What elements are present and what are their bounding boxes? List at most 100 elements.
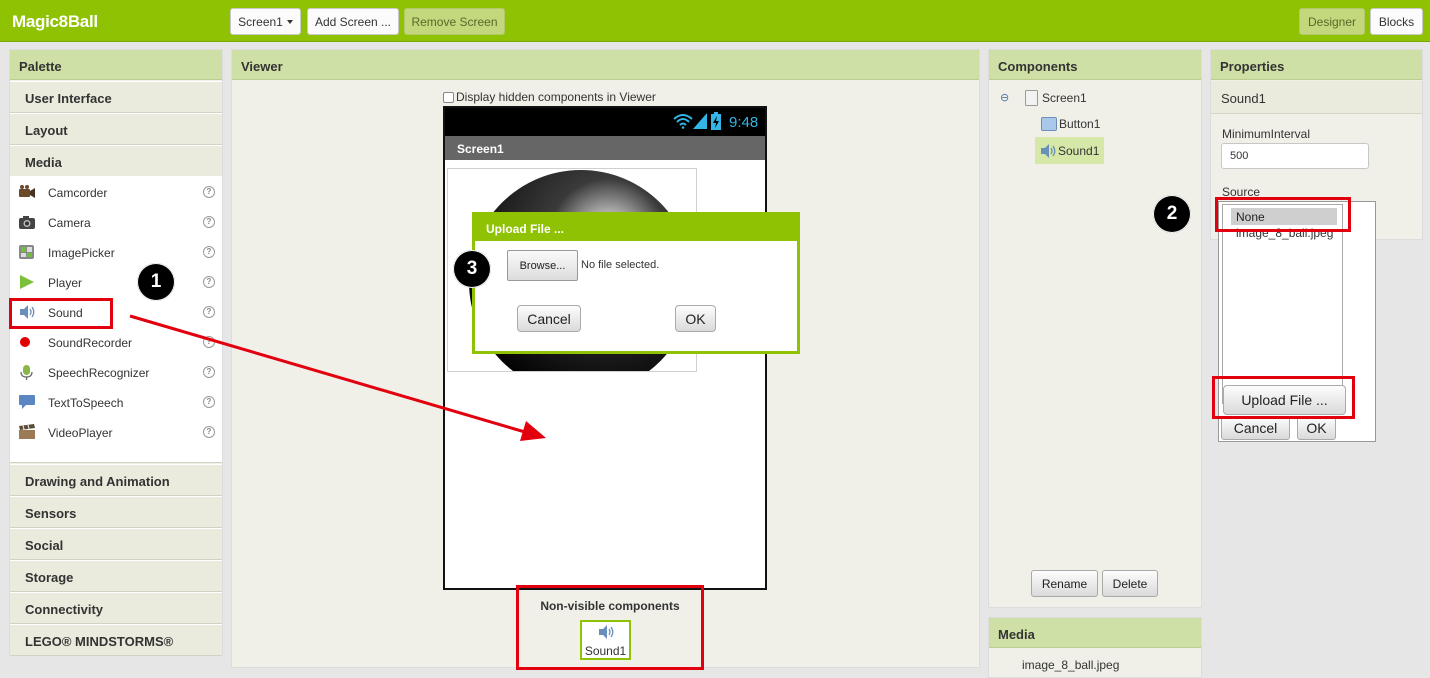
category-user-interface[interactable]: User Interface: [10, 81, 222, 113]
no-file-label: No file selected.: [581, 259, 660, 271]
help-icon[interactable]: ?: [203, 336, 215, 348]
upload-file-dialog: Upload File ... Browse... No file select…: [472, 212, 800, 354]
palette-panel: Palette User Interface Layout Media Camc…: [9, 49, 223, 656]
dialog-header: Upload File ...: [475, 215, 797, 241]
top-bar: Magic8Ball Screen1 Add Screen ... Remove…: [0, 0, 1430, 42]
help-icon[interactable]: ?: [203, 186, 215, 198]
screen-dropdown-label: Screen1: [238, 14, 283, 29]
palette-item-videoplayer[interactable]: VideoPlayer ?: [10, 418, 222, 448]
button-icon: [1041, 117, 1057, 131]
palette-item-camcorder[interactable]: Camcorder ?: [10, 178, 222, 208]
rename-button[interactable]: Rename: [1031, 570, 1098, 597]
text-to-speech-icon: [19, 395, 35, 409]
palette-item-label: Camera: [48, 216, 91, 230]
min-interval-input[interactable]: [1221, 143, 1369, 169]
palette-item-label: Camcorder: [48, 186, 108, 200]
dialog-title: Upload File ...: [486, 222, 565, 236]
category-social[interactable]: Social: [10, 528, 222, 560]
tree-node-button1[interactable]: Button1: [1041, 113, 1100, 135]
remove-screen-button[interactable]: Remove Screen: [404, 8, 505, 35]
speech-recognizer-icon: [20, 365, 33, 380]
source-ok-button[interactable]: OK: [1297, 416, 1336, 440]
properties-title: Properties: [1211, 50, 1422, 80]
palette-item-imagepicker[interactable]: ImagePicker ?: [10, 238, 222, 268]
palette-item-label: SoundRecorder: [48, 336, 133, 350]
dialog-ok-button[interactable]: OK: [675, 305, 716, 332]
palette-item-speechrecognizer[interactable]: SpeechRecognizer ?: [10, 358, 222, 388]
tree-node-label: Button1: [1059, 117, 1101, 131]
palette-item-label: TextToSpeech: [48, 396, 124, 410]
media-file-item[interactable]: image_8_ball.jpeg: [1022, 658, 1119, 672]
properties-component-header: Sound1: [1211, 81, 1422, 114]
chevron-down-icon: [286, 19, 293, 24]
battery-icon: [711, 112, 721, 130]
add-screen-button[interactable]: Add Screen ...: [307, 8, 399, 35]
min-interval-label: MinimumInterval: [1222, 127, 1311, 141]
category-media[interactable]: Media: [10, 145, 222, 177]
phone-screen-title: Screen1: [457, 142, 504, 156]
help-icon[interactable]: ?: [203, 276, 215, 288]
blocks-button[interactable]: Blocks: [1370, 8, 1423, 35]
category-storage[interactable]: Storage: [10, 560, 222, 592]
phone-clock: 9:48: [729, 114, 759, 131]
screen-icon: [1025, 90, 1038, 106]
palette-item-label: Player: [48, 276, 83, 290]
display-hidden-label: Display hidden components in Viewer: [456, 90, 656, 104]
display-hidden-row: Display hidden components in Viewer: [443, 90, 656, 104]
screen-dropdown[interactable]: Screen1: [230, 8, 301, 35]
category-layout[interactable]: Layout: [10, 113, 222, 145]
camcorder-icon: [19, 185, 35, 198]
help-icon[interactable]: ?: [203, 366, 215, 378]
category-connectivity[interactable]: Connectivity: [10, 592, 222, 624]
tree-node-sound1[interactable]: Sound1: [1035, 137, 1104, 164]
palette-item-label: VideoPlayer: [48, 426, 113, 440]
media-panel: Media image_8_ball.jpeg: [988, 617, 1202, 678]
video-player-icon: [19, 424, 35, 439]
palette-item-player[interactable]: Player ?: [10, 268, 222, 298]
tree-node-label: Sound1: [1058, 143, 1100, 158]
properties-component-name: Sound1: [1221, 91, 1266, 106]
tree-node-screen1[interactable]: Screen1: [1025, 87, 1087, 109]
browse-button[interactable]: Browse...: [507, 250, 578, 281]
player-icon: [20, 275, 34, 289]
help-icon[interactable]: ?: [203, 216, 215, 228]
components-title: Components: [989, 50, 1201, 80]
viewer-title: Viewer: [232, 50, 979, 80]
collapse-icon[interactable]: ⊖: [1000, 91, 1009, 104]
annotation-box-sound: [9, 298, 113, 329]
palette-title: Palette: [10, 50, 222, 80]
palette-item-camera[interactable]: Camera ?: [10, 208, 222, 238]
palette-item-texttospeech[interactable]: TextToSpeech ?: [10, 388, 222, 418]
category-lego-mindstorms[interactable]: LEGO® MINDSTORMS®: [10, 624, 222, 656]
help-icon[interactable]: ?: [203, 246, 215, 258]
signal-icon: [693, 113, 707, 129]
category-drawing-and-animation[interactable]: Drawing and Animation: [10, 464, 222, 496]
display-hidden-checkbox[interactable]: [443, 91, 454, 103]
palette-item-label: ImagePicker: [48, 246, 115, 260]
wifi-icon: [673, 114, 693, 129]
camera-icon: [19, 216, 35, 229]
annotation-box-source-none: [1215, 197, 1351, 232]
palette-item-soundrecorder[interactable]: SoundRecorder ?: [10, 328, 222, 358]
source-listbox[interactable]: None image_8_ball.jpeg: [1222, 204, 1343, 404]
annotation-box-upload: [1212, 376, 1355, 419]
annotation-badge-1: 1: [137, 263, 175, 301]
palette-item-label: SpeechRecognizer: [48, 366, 150, 380]
sound-recorder-icon: [20, 337, 30, 347]
sound-icon: [1041, 143, 1056, 158]
category-sensors[interactable]: Sensors: [10, 496, 222, 528]
annotation-badge-2: 2: [1153, 195, 1191, 233]
phone-status-bar: 9:48: [445, 108, 765, 136]
dialog-cancel-button[interactable]: Cancel: [517, 305, 581, 332]
media-title: Media: [989, 618, 1201, 648]
tree-node-label: Screen1: [1042, 91, 1087, 105]
help-icon[interactable]: ?: [203, 396, 215, 408]
source-cancel-button[interactable]: Cancel: [1221, 416, 1290, 440]
help-icon[interactable]: ?: [203, 426, 215, 438]
image-picker-icon: [19, 245, 34, 259]
designer-button[interactable]: Designer: [1299, 8, 1365, 35]
help-icon[interactable]: ?: [203, 306, 215, 318]
annotation-box-non-visible: [516, 585, 704, 670]
project-title: Magic8Ball: [12, 12, 98, 31]
delete-button[interactable]: Delete: [1102, 570, 1158, 597]
